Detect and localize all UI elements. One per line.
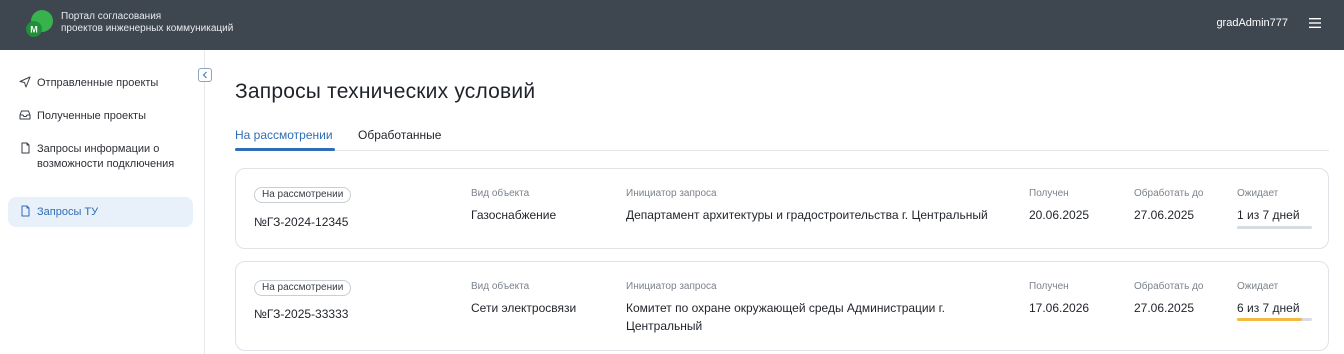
sidebar-item-label: Полученные проекты [37,110,146,122]
received-value: 20.06.2025 [1029,208,1090,222]
active-tab-indicator [235,148,335,151]
app-title: Портал согласования проектов инженерных … [61,11,233,35]
tabs-divider [235,150,1329,151]
initiator-label: Инициатор запроса [626,188,717,199]
sidebar-item-label: Запросы ТУ [37,206,99,218]
waiting-progress-fill [1237,226,1248,229]
process-by-label: Обработать до [1134,188,1204,199]
process-by-label: Обработать до [1134,281,1204,292]
page-title: Запросы технических условий [235,80,536,103]
object-type-label: Вид объекта [471,188,530,199]
process-by-value: 27.06.2025 [1134,208,1195,222]
sidebar-item-received-projects[interactable]: Полученные проекты [8,109,193,124]
sidebar-item-label: Отправленные проекты [37,77,159,89]
app-title-line2: проектов инженерных коммуникаций [61,23,234,34]
hamburger-menu-icon[interactable] [1308,16,1322,30]
received-label: Получен [1029,281,1069,292]
inbox-icon [19,110,31,120]
object-type-label: Вид объекта [471,281,530,292]
initiator-value: Департамент архитектуры и градостроитель… [626,208,988,222]
initiator-label: Инициатор запроса [626,281,717,292]
portal-logo-icon[interactable]: M [24,9,54,39]
sidebar-item-connection-info-requests[interactable]: Запросы информации о возможности подключ… [8,142,193,187]
initiator-value: Комитет по охране окружающей среды Админ… [626,301,945,333]
request-number: №ГЗ-2025-33333 [254,307,349,321]
waiting-progress-bar [1237,318,1312,321]
document-icon [21,142,30,154]
logo-letter: M [30,25,38,35]
waiting-label: Ожидает [1237,188,1279,199]
collapse-sidebar-button[interactable] [198,68,212,82]
status-badge: На рассмотрении [254,280,352,296]
waiting-value: 6 из 7 дней [1237,301,1300,315]
send-icon [19,76,31,88]
received-label: Получен [1029,188,1069,199]
waiting-progress-bar [1237,226,1312,229]
request-card[interactable]: На рассмотрении №ГЗ-2024-12345 Вид объек… [235,168,1329,249]
top-bar: M Портал согласования проектов инженерны… [0,0,1344,50]
waiting-label: Ожидает [1237,281,1279,292]
request-card[interactable]: На рассмотрении №ГЗ-2025-33333 Вид объек… [235,261,1329,351]
tab-processed[interactable]: Обработанные [358,128,441,142]
tab-under-review[interactable]: На рассмотрении [235,128,333,142]
chevron-left-icon [202,71,207,79]
object-type-value: Газоснабжение [471,208,557,222]
waiting-value: 1 из 7 дней [1237,208,1300,222]
object-type-value: Сети электросвязи [471,301,577,315]
user-name[interactable]: gradAdmin777 [1216,17,1288,29]
waiting-progress-fill [1237,318,1302,321]
sidebar-item-sent-projects[interactable]: Отправленные проекты [8,76,193,91]
sidebar-item-label: Запросы информации о возможности подключ… [37,143,175,170]
status-badge: На рассмотрении [254,187,352,203]
document-icon [21,205,30,217]
request-number: №ГЗ-2024-12345 [254,215,349,229]
received-value: 17.06.2026 [1029,301,1090,315]
sidebar-item-tu-requests[interactable]: Запросы ТУ [8,197,193,227]
app-title-line1: Портал согласования [61,11,162,22]
process-by-value: 27.06.2025 [1134,301,1195,315]
